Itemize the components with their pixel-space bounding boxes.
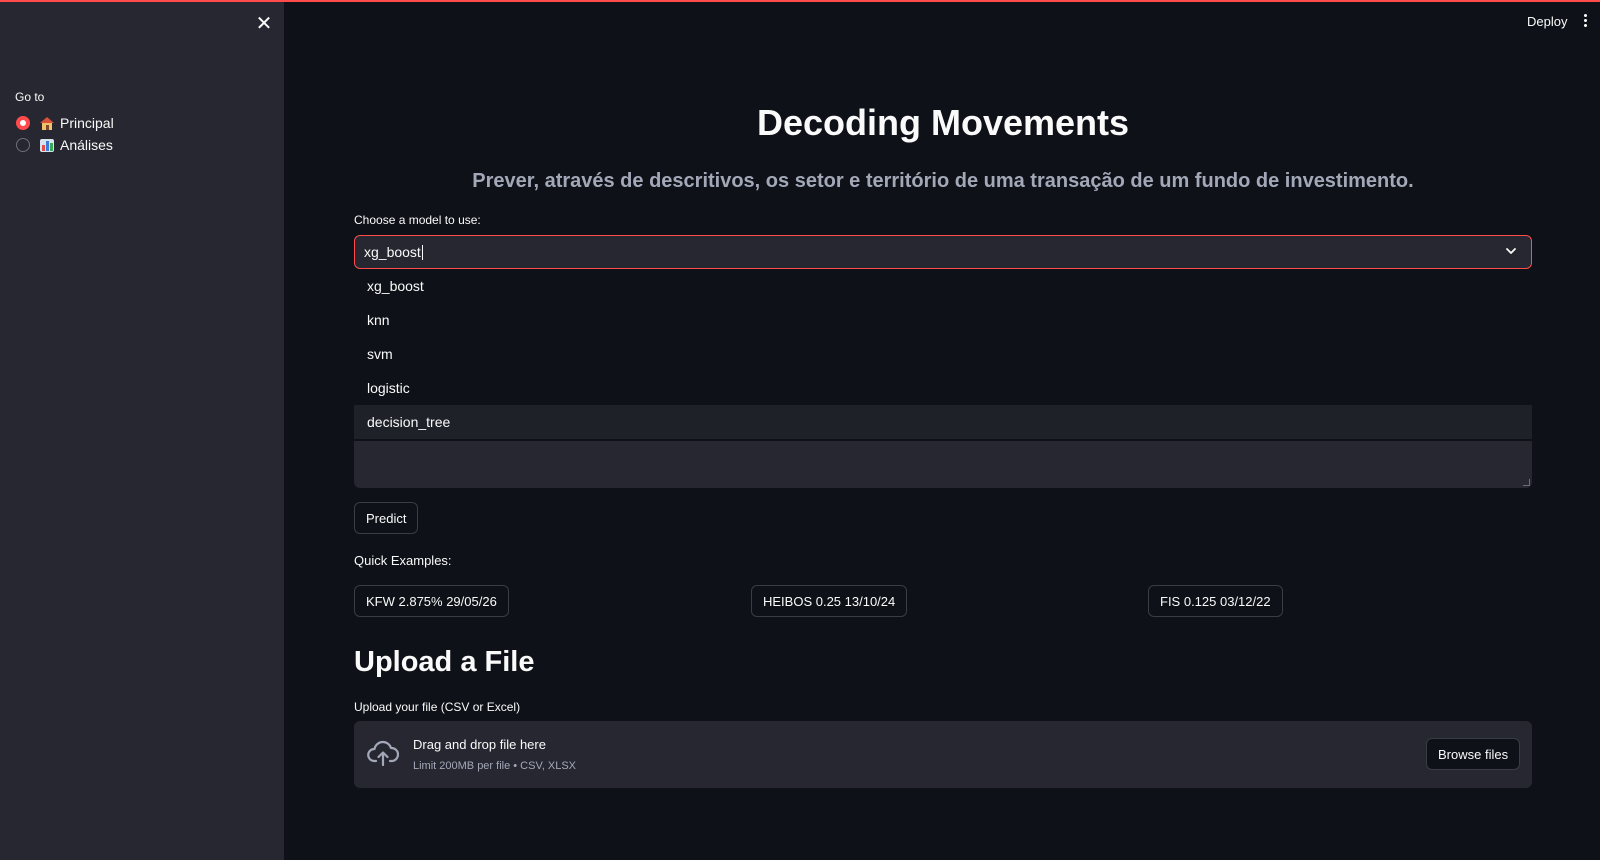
dropzone-subtitle: Limit 200MB per file • CSV, XLSX xyxy=(413,760,577,772)
quick-example-button-1[interactable]: KFW 2.875% 29/05/26 xyxy=(354,585,509,617)
page-subtitle: Prever, através de descritivos, os setor… xyxy=(472,170,1414,192)
sidebar: ✕ Go to Principal Análises xyxy=(0,2,284,860)
house-icon xyxy=(40,116,54,130)
upload-section-title: Upload a File xyxy=(354,646,535,678)
dropdown-option-svm[interactable]: svm xyxy=(354,337,1532,371)
dropzone-title: Drag and drop file here xyxy=(413,737,546,752)
model-select-label: Choose a model to use: xyxy=(354,213,481,227)
nav-option-principal[interactable]: Principal xyxy=(16,113,114,133)
dropdown-option-logistic[interactable]: logistic xyxy=(354,371,1532,405)
dropdown-option-xg-boost[interactable]: xg_boost xyxy=(354,269,1532,303)
close-icon[interactable]: ✕ xyxy=(254,14,274,34)
model-select-value: xg_boost xyxy=(364,244,421,260)
dropdown-option-knn[interactable]: knn xyxy=(354,303,1532,337)
description-textarea[interactable] xyxy=(354,441,1532,488)
deploy-button[interactable]: Deploy xyxy=(1527,14,1567,29)
dropdown-option-decision-tree[interactable]: decision_tree xyxy=(354,405,1532,439)
chevron-down-icon[interactable] xyxy=(1505,245,1517,257)
text-cursor xyxy=(421,244,423,260)
quick-examples-label: Quick Examples: xyxy=(354,553,452,568)
radio-selected-icon[interactable] xyxy=(16,116,30,130)
file-dropzone[interactable]: Drag and drop file here Limit 200MB per … xyxy=(354,721,1532,788)
nav-option-label: Análises xyxy=(60,137,113,153)
nav-radio-label: Go to xyxy=(15,90,45,104)
nav-option-label: Principal xyxy=(60,115,114,131)
model-dropdown-menu: xg_boost knn svm logistic decision_tree xyxy=(354,269,1532,441)
quick-example-button-3[interactable]: FIS 0.125 03/12/22 xyxy=(1148,585,1283,617)
resize-handle-icon[interactable] xyxy=(1523,479,1530,486)
page-title: Decoding Movements xyxy=(756,102,1130,143)
more-options-icon[interactable] xyxy=(1582,14,1588,30)
bar-chart-icon xyxy=(40,138,54,152)
browse-files-button[interactable]: Browse files xyxy=(1426,738,1521,770)
quick-example-button-2[interactable]: HEIBOS 0.25 13/10/24 xyxy=(751,585,908,617)
model-select[interactable]: xg_boost xyxy=(354,235,1532,269)
nav-option-analises[interactable]: Análises xyxy=(16,135,113,155)
predict-button[interactable]: Predict xyxy=(354,502,419,534)
radio-unselected-icon[interactable] xyxy=(16,138,30,152)
cloud-upload-icon xyxy=(367,740,399,767)
upload-label: Upload your file (CSV or Excel) xyxy=(354,700,521,714)
